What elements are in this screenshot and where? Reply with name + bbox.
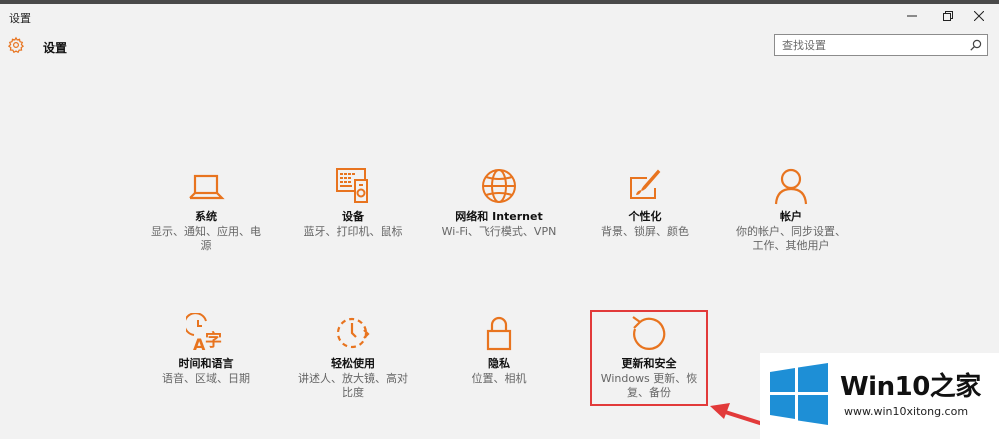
page-title: 设置 [43,41,68,55]
tile-accounts-name: 帐户 [780,210,802,223]
tile-time-language-desc: 语音、区域、日期 [162,372,250,385]
tile-devices[interactable]: 设备 蓝牙、打印机、鼠标 [286,166,420,284]
tile-personalization-name: 个性化 [628,210,662,223]
watermark: Win10之家 www.win10xitong.com [760,353,999,439]
watermark-title: Win10之家 [840,372,981,402]
tile-time-language-name: 时间和语言 [178,357,234,370]
maximize-button[interactable] [931,6,965,26]
tile-system[interactable]: 系统 显示、通知、应用、电源 [139,166,273,284]
minimize-icon [907,15,917,17]
gear-icon [7,36,25,54]
search-box[interactable] [774,34,988,56]
tile-privacy-name: 隐私 [488,357,510,370]
restore-icon [943,11,953,21]
tile-devices-name: 设备 [342,210,364,223]
tile-network-name: 网络和 Internet [455,210,543,223]
tile-personalization[interactable]: 个性化 背景、锁屏、颜色 [578,166,712,284]
app-header: 设置 [0,30,999,62]
close-button[interactable] [962,6,996,26]
tile-privacy[interactable]: 隐私 位置、相机 [432,313,566,431]
ease-of-access-icon [336,317,370,349]
tile-devices-desc: 蓝牙、打印机、鼠标 [303,225,403,238]
minimize-button[interactable] [895,6,929,26]
time-language-icon: A 字 [186,313,222,353]
svg-text:字: 字 [205,330,222,351]
tile-personalization-desc: 背景、锁屏、颜色 [601,225,689,238]
devices-icon [336,168,368,203]
tile-system-name: 系统 [195,210,217,223]
tile-accounts[interactable]: 帐户 你的帐户、同步设置、工作、其他用户 [724,166,858,284]
watermark-url: www.win10xitong.com [844,405,969,418]
tile-time-language[interactable]: A 字 时间和语言 语音、区域、日期 [139,313,273,431]
laptop-icon [189,174,225,200]
tile-ease-of-access-desc: 讲述人、放大镜、高对比度 [298,372,408,399]
highlight-box [590,310,708,406]
window-title: 设置 [9,12,31,25]
close-icon [974,11,984,21]
windows-logo-icon [770,363,828,425]
tile-network[interactable]: 网络和 Internet Wi-Fi、飞行模式、VPN [432,166,566,284]
tile-ease-of-access[interactable]: 轻松使用 讲述人、放大镜、高对比度 [286,313,420,431]
tile-ease-of-access-name: 轻松使用 [331,357,375,370]
globe-icon [482,169,516,203]
search-icon[interactable] [970,39,982,51]
tile-system-desc: 显示、通知、应用、电源 [151,225,261,252]
tile-accounts-desc: 你的帐户、同步设置、工作、其他用户 [736,225,846,252]
search-input[interactable] [775,35,970,55]
person-icon [774,168,808,205]
lock-icon [486,316,512,351]
tile-privacy-desc: 位置、相机 [471,372,527,385]
tile-network-desc: Wi-Fi、飞行模式、VPN [441,225,557,238]
title-bar: 设置 [0,4,999,28]
paint-icon [630,169,661,199]
